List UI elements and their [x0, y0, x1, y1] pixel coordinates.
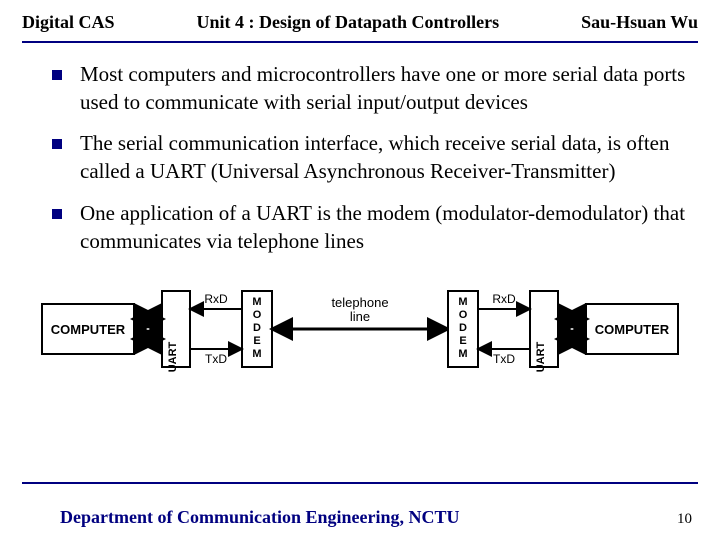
label-computer-left: COMPUTER	[51, 322, 126, 337]
svg-text:E: E	[253, 335, 260, 347]
page-number: 10	[677, 511, 692, 528]
label-txd-left: TxD	[205, 352, 227, 366]
label-rxd-right: RxD	[492, 292, 516, 306]
svg-text:O: O	[253, 309, 262, 321]
uart-modem-diagram: COMPUTER UART M O D E M RxD TxD telephon…	[40, 269, 680, 389]
svg-text:D: D	[459, 322, 467, 334]
bullet-list: Most computers and microcontrollers have…	[0, 43, 720, 255]
header-course: Digital CAS	[22, 12, 115, 33]
label-computer-right: COMPUTER	[595, 322, 670, 337]
bullet-square-icon	[52, 70, 62, 80]
footer-department: Department of Communication Engineering,…	[60, 507, 459, 528]
footer: Department of Communication Engineering,…	[0, 507, 720, 528]
header-unit-title: Unit 4 : Design of Datapath Controllers	[115, 12, 582, 33]
header: Digital CAS Unit 4 : Design of Datapath …	[0, 0, 720, 41]
bullet-item: The serial communication interface, whic…	[52, 130, 688, 185]
svg-text:M: M	[458, 348, 467, 360]
label-uart-right: UART	[535, 342, 547, 373]
bullet-square-icon	[52, 209, 62, 219]
svg-text:line: line	[350, 309, 370, 324]
bullet-text: Most computers and microcontrollers have…	[80, 61, 688, 116]
svg-text:M: M	[252, 296, 261, 308]
svg-text:O: O	[459, 309, 468, 321]
label-uart-left: UART	[167, 342, 179, 373]
bullet-text: The serial communication interface, whic…	[80, 130, 688, 185]
bullet-square-icon	[52, 139, 62, 149]
svg-text:E: E	[459, 335, 466, 347]
bullet-item: Most computers and microcontrollers have…	[52, 61, 688, 116]
divider-bottom	[22, 482, 698, 484]
bullet-item: One application of a UART is the modem (…	[52, 200, 688, 255]
label-txd-right: TxD	[493, 352, 515, 366]
label-telephone-line: telephone	[331, 295, 388, 310]
svg-text:M: M	[458, 296, 467, 308]
header-author: Sau-Hsuan Wu	[581, 12, 698, 33]
svg-text:M: M	[252, 348, 261, 360]
svg-text:D: D	[253, 322, 261, 334]
bullet-text: One application of a UART is the modem (…	[80, 200, 688, 255]
label-rxd-left: RxD	[204, 292, 228, 306]
